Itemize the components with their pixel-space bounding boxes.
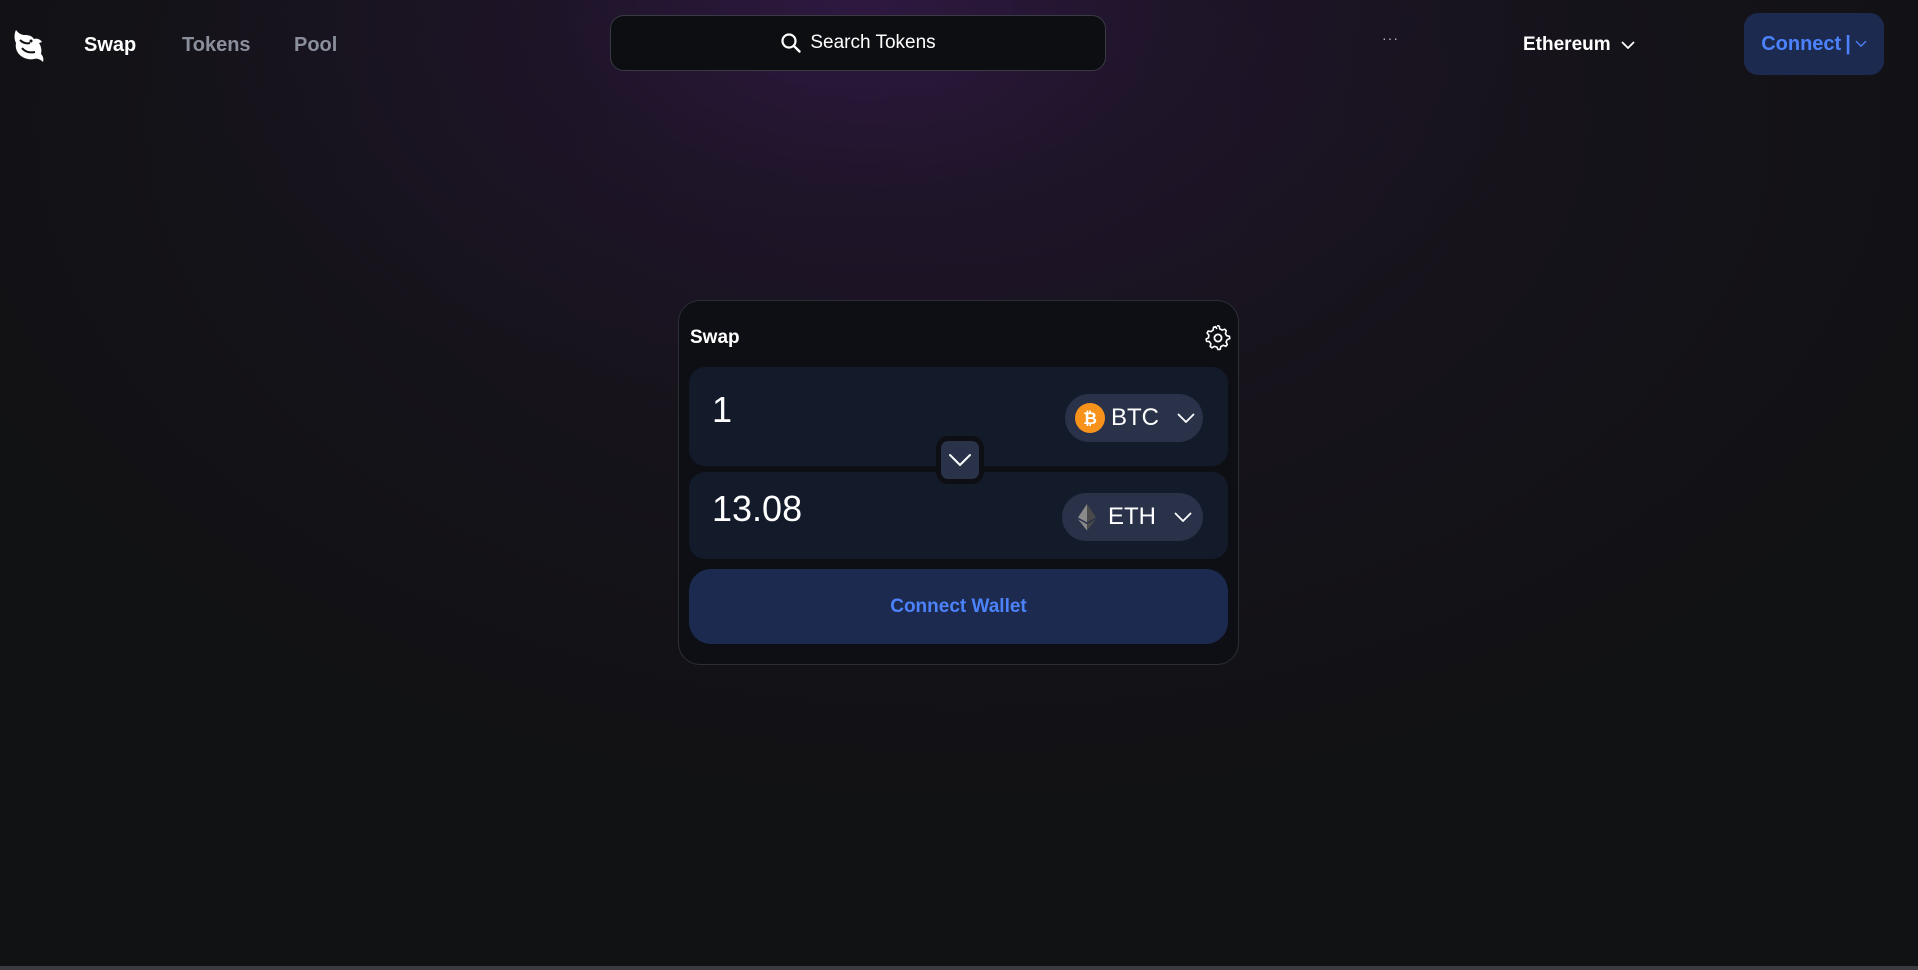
connect-wallet-button[interactable]: Connect Wallet (689, 569, 1228, 644)
swap-title: Swap (690, 327, 740, 348)
connect-button[interactable]: Connect | (1744, 13, 1884, 75)
swap-card: Swap 1 ₿ BTC 13.08 ETH Connect Wallet (678, 300, 1239, 665)
search-icon (781, 33, 802, 53)
ethereum-icon (1078, 504, 1096, 531)
svg-text:₿: ₿ (1083, 409, 1097, 429)
to-token-label: ETH (1108, 503, 1156, 530)
chevron-down-icon (1174, 512, 1192, 522)
to-panel: 13.08 ETH (689, 472, 1228, 559)
network-selector[interactable]: Ethereum (1523, 34, 1635, 56)
chevron-down-icon (1177, 413, 1195, 423)
chevron-down-icon (949, 454, 971, 466)
chevron-down-icon (1621, 41, 1635, 49)
gear-icon[interactable] (1204, 324, 1232, 352)
more-menu-button[interactable]: ··· (1382, 30, 1399, 46)
search-tokens-input[interactable]: Search Tokens (610, 15, 1106, 71)
chevron-down-icon (1855, 40, 1867, 47)
connect-label: Connect (1761, 32, 1842, 55)
nav-swap[interactable]: Swap (84, 34, 136, 57)
from-token-label: BTC (1111, 404, 1159, 431)
nav-pool[interactable]: Pool (294, 34, 337, 57)
network-label: Ethereum (1523, 34, 1611, 55)
connect-separator: | (1845, 32, 1851, 55)
swap-page: Swap Tokens Pool Search Tokens ··· Ether… (0, 0, 1918, 970)
bitcoin-icon: ₿ (1075, 403, 1105, 433)
nav-tokens[interactable]: Tokens (182, 34, 251, 57)
from-token-selector[interactable]: ₿ BTC (1065, 394, 1203, 442)
search-placeholder: Search Tokens (810, 32, 936, 53)
connect-wallet-label: Connect Wallet (890, 595, 1027, 617)
to-amount-input[interactable]: 13.08 (712, 488, 802, 530)
bottom-border (0, 966, 1918, 970)
from-amount-input[interactable]: 1 (712, 389, 732, 431)
unicorn-logo-icon[interactable] (10, 26, 46, 66)
flip-tokens-button[interactable] (936, 436, 984, 484)
to-token-selector[interactable]: ETH (1062, 493, 1203, 541)
